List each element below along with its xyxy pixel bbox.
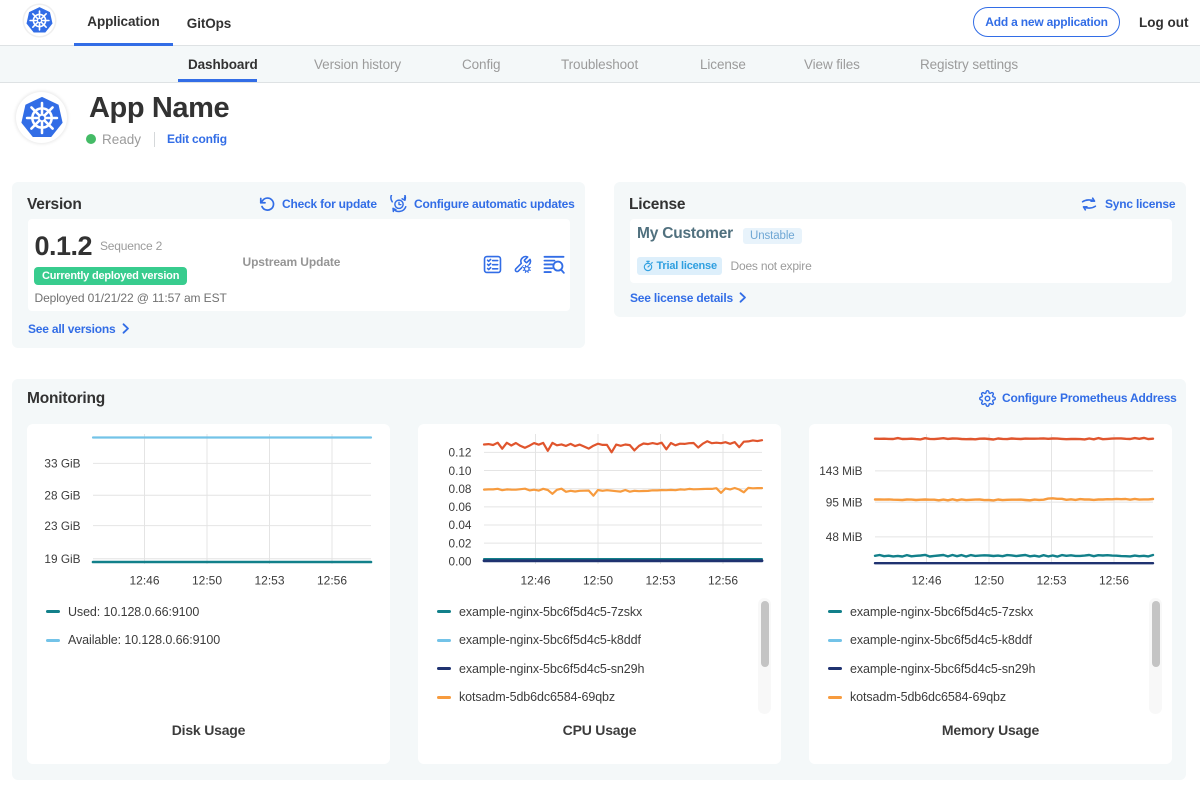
svg-text:12:46: 12:46 [129, 574, 159, 588]
svg-text:0.00: 0.00 [449, 555, 472, 569]
svg-text:12:50: 12:50 [974, 574, 1004, 588]
svg-text:0.08: 0.08 [449, 482, 472, 496]
svg-text:12:56: 12:56 [1099, 574, 1129, 588]
svg-text:143 MiB: 143 MiB [819, 464, 862, 478]
svg-text:23 GiB: 23 GiB [44, 519, 80, 533]
svg-text:12:50: 12:50 [583, 574, 613, 588]
svg-text:0.04: 0.04 [449, 518, 472, 532]
svg-text:19 GiB: 19 GiB [44, 552, 80, 566]
svg-text:12:50: 12:50 [192, 574, 222, 588]
svg-text:12:53: 12:53 [1036, 574, 1066, 588]
svg-text:0.10: 0.10 [449, 464, 472, 478]
svg-text:12:46: 12:46 [520, 574, 550, 588]
svg-text:0.02: 0.02 [449, 536, 472, 550]
svg-text:0.12: 0.12 [449, 446, 472, 460]
svg-text:48 MiB: 48 MiB [826, 530, 863, 544]
svg-text:12:56: 12:56 [317, 574, 347, 588]
svg-text:12:53: 12:53 [254, 574, 284, 588]
svg-text:33 GiB: 33 GiB [44, 457, 80, 471]
svg-text:12:53: 12:53 [645, 574, 675, 588]
svg-text:95 MiB: 95 MiB [826, 495, 863, 509]
svg-text:12:56: 12:56 [708, 574, 738, 588]
svg-text:12:46: 12:46 [911, 574, 941, 588]
svg-text:28 GiB: 28 GiB [44, 489, 80, 503]
svg-text:0.06: 0.06 [449, 500, 472, 514]
